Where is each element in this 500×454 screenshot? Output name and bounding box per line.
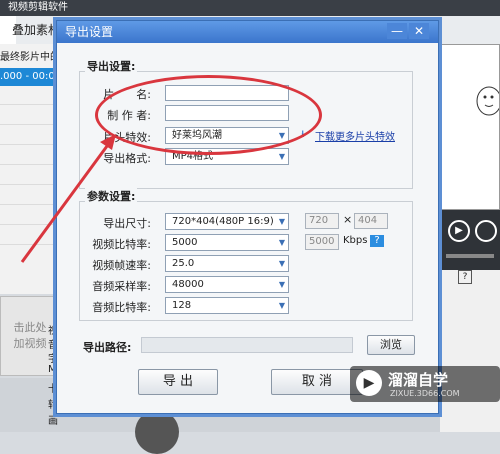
watermark-name: 溜溜自学 xyxy=(388,371,449,389)
watermark-url: ZIXUE.3D66.COM xyxy=(390,389,460,398)
play-icon: ▶ xyxy=(356,370,382,396)
